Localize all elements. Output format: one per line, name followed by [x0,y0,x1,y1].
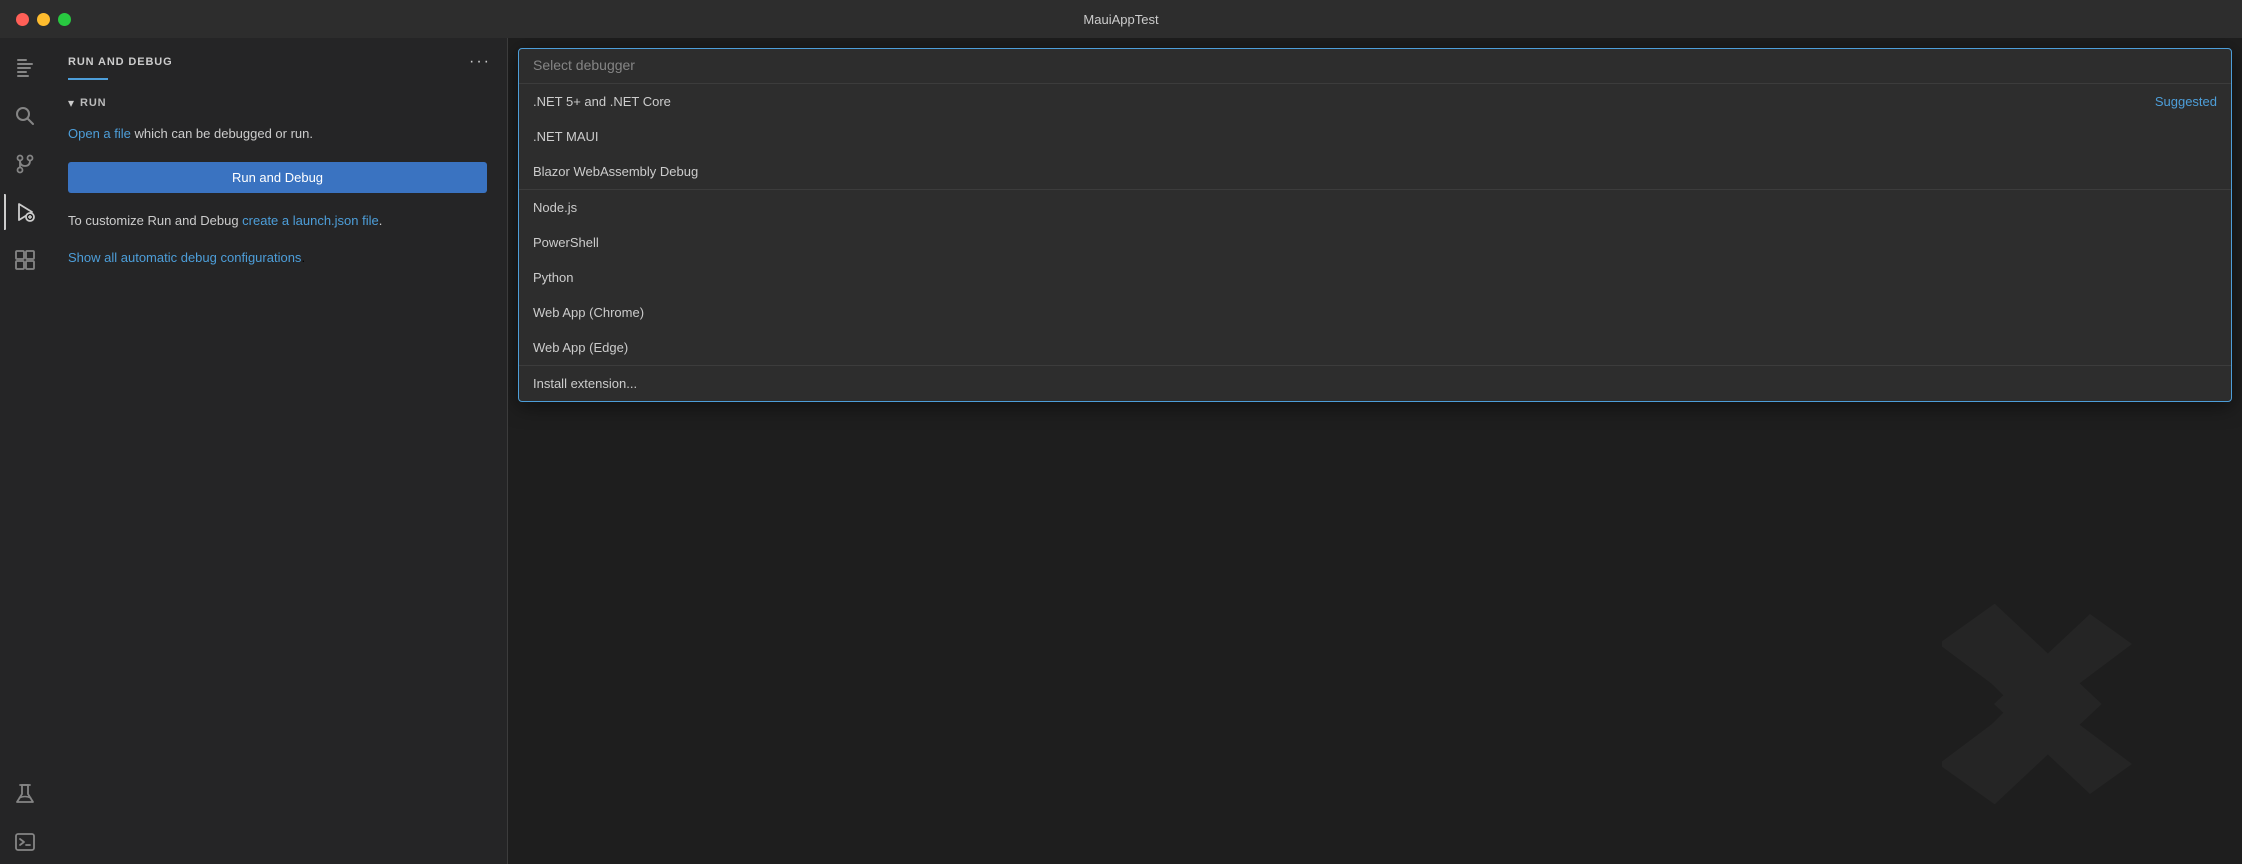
show-debug-config: Show all automatic debug configurations. [68,248,487,268]
debugger-item-powershell[interactable]: PowerShell [519,225,2231,260]
run-debug-icon [13,200,37,224]
run-section-title: RUN [80,97,106,109]
debugger-item-install-extension[interactable]: Install extension... [519,366,2231,401]
search-icon [13,104,37,128]
open-file-link[interactable]: Open a file [68,126,131,141]
debugger-item-python[interactable]: Python [519,260,2231,295]
extensions-icon [13,248,37,272]
sidebar-item-testing[interactable] [2,772,46,816]
debugger-item-dotnet-maui[interactable]: .NET MAUI [519,119,2231,154]
vscode-watermark [1942,604,2142,804]
sidebar-more-actions[interactable]: ··· [469,53,491,71]
run-section-chevron[interactable]: ▾ [68,96,74,110]
explorer-icon [13,56,37,80]
sidebar-item-search[interactable] [2,94,46,138]
sidebar-item-source-control[interactable] [2,142,46,186]
terminal-icon [13,830,37,854]
sidebar-header: RUN AND DEBUG ··· [48,38,507,76]
run-description: Open a file which can be debugged or run… [68,124,487,144]
sidebar-item-run-debug[interactable] [2,190,46,234]
customize-suffix: . [379,213,383,228]
app-body: RUN AND DEBUG ··· ▾ RUN Open a file whic… [0,38,2242,864]
debugger-search-input[interactable] [533,57,2217,73]
minimize-button[interactable] [37,13,50,26]
debugger-list: .NET 5+ and .NET Core Suggested .NET MAU… [519,83,2231,401]
show-debug-suffix: . [301,250,305,265]
source-control-icon [13,152,37,176]
debugger-input-row [519,49,2231,83]
close-button[interactable] [16,13,29,26]
debugger-item-blazor[interactable]: Blazor WebAssembly Debug [519,154,2231,190]
select-debugger-dropdown: .NET 5+ and .NET Core Suggested .NET MAU… [518,48,2232,402]
flask-icon [13,782,37,806]
maximize-button[interactable] [58,13,71,26]
run-description-text: which can be debugged or run. [131,126,313,141]
sidebar-item-explorer[interactable] [2,46,46,90]
sidebar-item-extensions[interactable] [2,238,46,282]
run-section-header: ▾ RUN [68,96,487,110]
window-title: MauiAppTest [1083,12,1158,27]
sidebar-item-terminal[interactable] [2,820,46,864]
debugger-item-webapp-edge[interactable]: Web App (Edge) [519,330,2231,365]
sidebar-content: ▾ RUN Open a file which can be debugged … [48,80,507,864]
show-all-debug-link[interactable]: Show all automatic debug configurations [68,250,301,265]
debugger-item-dotnet-core[interactable]: .NET 5+ and .NET Core Suggested [519,84,2231,119]
titlebar: MauiAppTest [0,0,2242,38]
run-debug-button[interactable]: Run and Debug [68,162,487,193]
sidebar-title: RUN AND DEBUG [68,56,173,68]
traffic-lights [16,13,71,26]
sidebar: RUN AND DEBUG ··· ▾ RUN Open a file whic… [48,38,508,864]
activity-bar [0,38,48,864]
run-customize-text: To customize Run and Debug create a laun… [68,211,487,231]
customize-prefix: To customize Run and Debug [68,213,242,228]
debugger-item-nodejs[interactable]: Node.js [519,190,2231,225]
debugger-item-webapp-chrome[interactable]: Web App (Chrome) [519,295,2231,330]
create-launch-json-link[interactable]: create a launch.json file [242,213,379,228]
main-content: .NET 5+ and .NET Core Suggested .NET MAU… [508,38,2242,864]
